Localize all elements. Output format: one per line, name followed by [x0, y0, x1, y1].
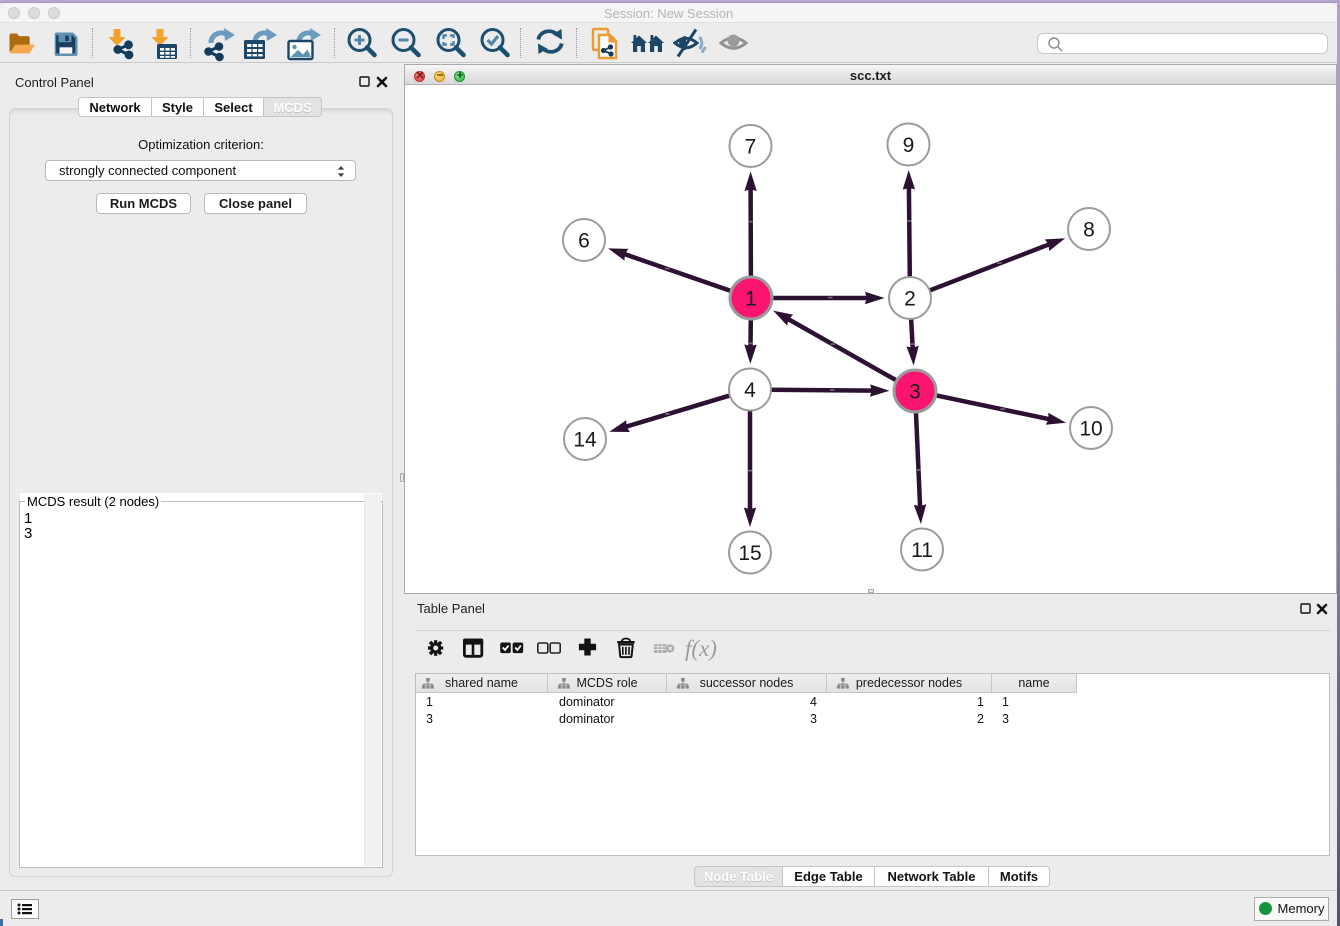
svg-text:f(x): f(x): [685, 636, 717, 661]
svg-text:10: 10: [1079, 418, 1102, 441]
svg-text:3: 3: [909, 381, 921, 404]
svg-text:15: 15: [738, 542, 761, 565]
svg-text:7: 7: [745, 136, 757, 159]
svg-text:2: 2: [904, 288, 916, 311]
svg-text:9: 9: [903, 134, 915, 157]
svg-text:8: 8: [1083, 219, 1095, 242]
svg-text:1: 1: [745, 288, 757, 311]
svg-text:11: 11: [911, 539, 933, 562]
svg-text:4: 4: [744, 379, 756, 402]
svg-text:14: 14: [573, 429, 597, 452]
svg-text:6: 6: [578, 230, 590, 253]
